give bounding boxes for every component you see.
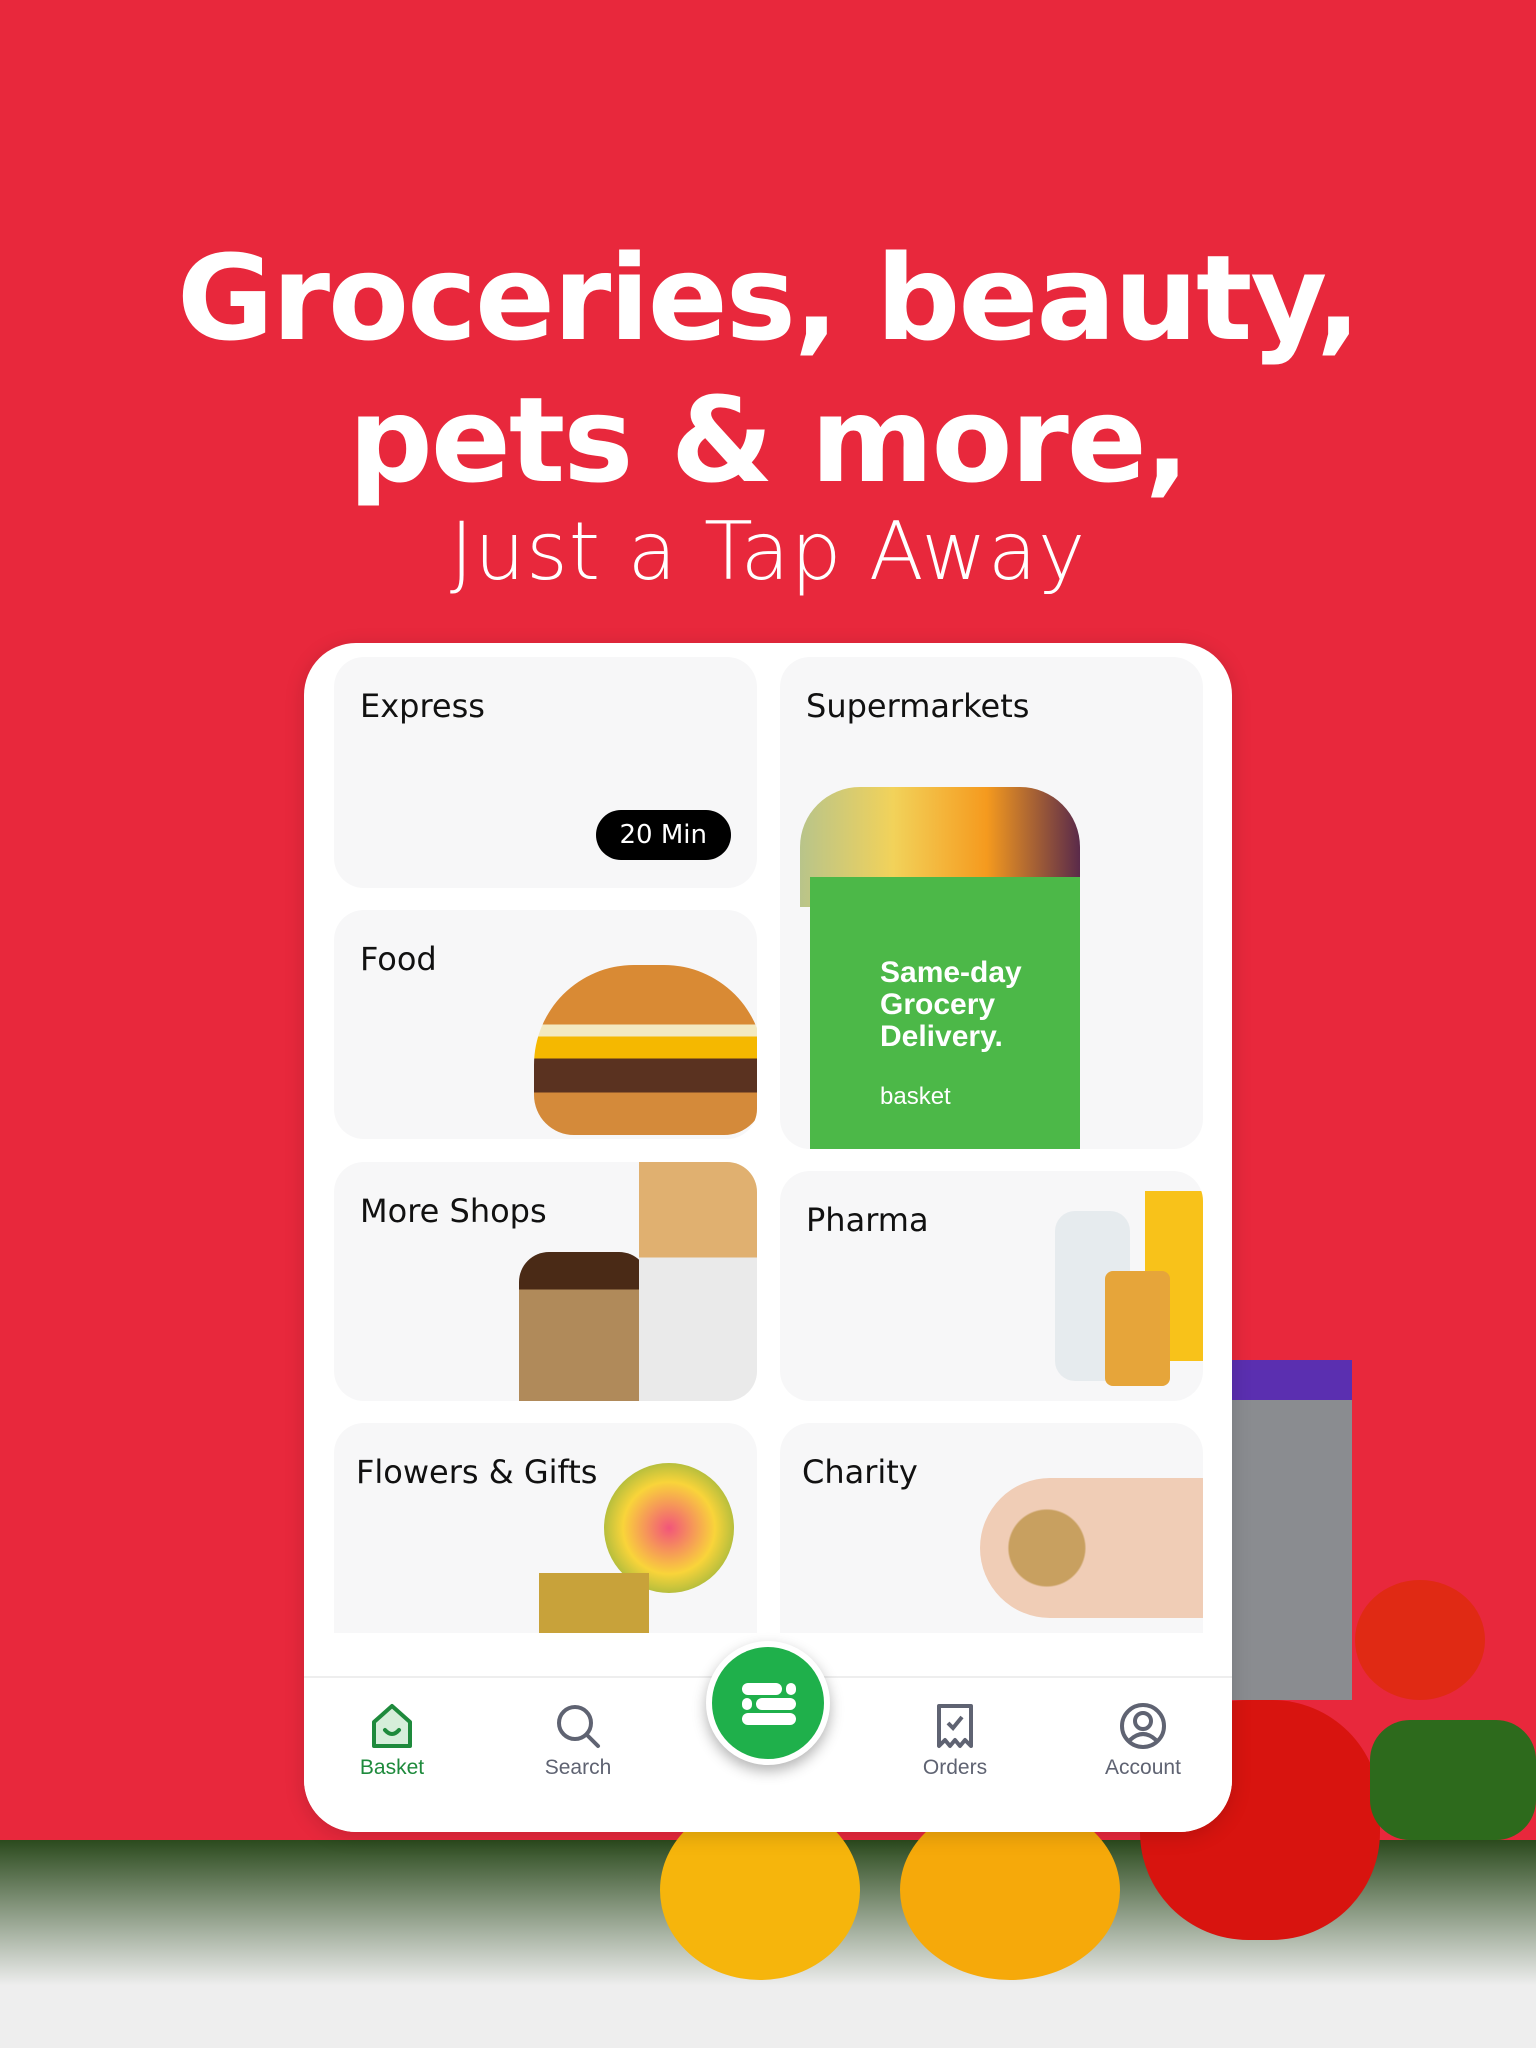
tile-supermarkets[interactable]: Supermarkets Same-day Grocery Delivery. … [780, 657, 1203, 1149]
tile-food[interactable]: Food [334, 910, 757, 1139]
tile-label: Express [360, 687, 485, 725]
nav-label: Orders [922, 1756, 988, 1779]
nav-orders[interactable]: Orders [885, 1702, 1025, 1780]
gift-box-image [539, 1573, 649, 1633]
cucumber-image [1370, 1720, 1536, 1840]
nav-label: Basket [359, 1756, 425, 1779]
tile-express[interactable]: Express 20 Min [334, 657, 757, 888]
delivery-time-badge: 20 Min [595, 810, 731, 860]
basket-logo: basket [880, 1083, 951, 1110]
nav-account[interactable]: Account [1073, 1702, 1213, 1780]
tile-flowers-gifts[interactable]: Flowers & Gifts [334, 1423, 757, 1633]
app-screen: Express 20 Min Supermarkets Same-day Gro… [304, 643, 1232, 1832]
grater-image [1232, 1360, 1352, 1700]
tile-label: Flowers & Gifts [356, 1453, 598, 1491]
nav-label: Search [544, 1756, 612, 1779]
tomato-image [1355, 1580, 1485, 1700]
hands-coins-image [980, 1478, 1203, 1618]
receipt-icon [937, 1704, 973, 1748]
tile-more-shops[interactable]: More Shops [334, 1162, 757, 1401]
grocery-bag-image: Same-day Grocery Delivery. basket [810, 877, 1080, 1149]
tile-label: Pharma [806, 1201, 929, 1239]
bread-bag-image [639, 1162, 757, 1401]
tile-label: More Shops [360, 1192, 547, 1230]
account-icon [1120, 1703, 1166, 1749]
subtitle: Just a Tap Away [449, 505, 1087, 598]
tile-charity[interactable]: Charity [780, 1423, 1203, 1633]
headline-line-2: pets & more, [348, 371, 1189, 509]
nav-search[interactable]: Search [508, 1702, 648, 1780]
menu-icon [742, 1683, 796, 1725]
bag-text: Same-day Grocery Delivery. [880, 956, 1022, 1053]
tile-label: Charity [802, 1453, 918, 1491]
search-icon [557, 1705, 600, 1748]
home-icon [372, 1704, 412, 1748]
tile-label: Supermarkets [806, 687, 1030, 725]
tile-pharma[interactable]: Pharma [780, 1171, 1203, 1401]
coffee-sack-image [519, 1252, 649, 1401]
pharma-products-image [1105, 1271, 1170, 1386]
nav-label: Account [1105, 1756, 1181, 1779]
headline-line-1: Groceries, beauty, [176, 229, 1361, 367]
nav-basket[interactable]: Basket [322, 1702, 462, 1780]
tile-label: Food [360, 940, 437, 978]
burger-image [534, 965, 757, 1135]
center-menu-button[interactable] [706, 1641, 830, 1765]
